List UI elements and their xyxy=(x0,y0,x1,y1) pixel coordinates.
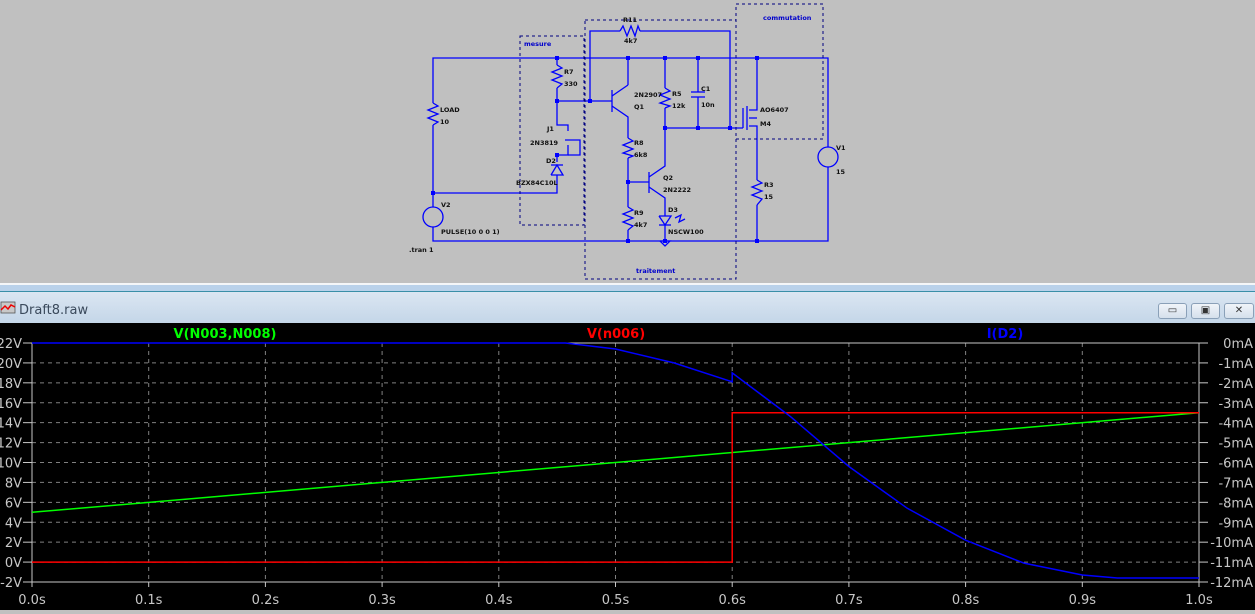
left-axis-tick-label: 18V xyxy=(0,377,22,392)
left-axis-tick-label: 2V xyxy=(5,536,22,551)
left-axis-tick-label: 16V xyxy=(0,397,22,412)
right-axis-tick-label: -9mA xyxy=(1218,516,1253,531)
wires xyxy=(422,24,839,247)
group-label-commutation: commutation xyxy=(763,14,812,22)
value-v1: 15 xyxy=(836,168,846,176)
value-m4: AO6407 xyxy=(760,106,789,114)
left-axis-tick-label: 12V xyxy=(0,437,22,452)
left-axis-tick-label: 6V xyxy=(5,496,22,511)
restore-button[interactable]: ▣ xyxy=(1191,303,1220,319)
value-c1: 10n xyxy=(701,101,715,109)
left-axis-tick-label: 8V xyxy=(5,476,22,491)
x-axis-tick-label: 0.2s xyxy=(252,593,280,608)
value-j1: 2N3819 xyxy=(530,139,559,147)
group-boxes xyxy=(519,3,824,280)
label-d2: D2 xyxy=(546,157,556,165)
trace-label-1: V(n006) xyxy=(587,327,645,342)
waveform-plot[interactable]: 22V 20V 18V 16V 14V 12V 10V 8V 6V 4V 2V 0V -2V 0mA -1m… xyxy=(0,323,1255,610)
value-d3: NSCW100 xyxy=(668,228,704,236)
x-axis-tick-label: 1.0s xyxy=(1185,593,1213,608)
label-v2: V2 xyxy=(441,201,451,209)
group-label-traitement: traitement xyxy=(636,267,675,275)
value-r7: 330 xyxy=(564,80,578,88)
x-axis-tick-label: 0.1s xyxy=(135,593,163,608)
label-r11: R11 xyxy=(623,16,638,24)
right-axis-tick-label: -3mA xyxy=(1218,397,1253,412)
right-axis-tick-label: -11mA xyxy=(1210,556,1253,571)
value-d2: BZX84C10L xyxy=(516,179,558,187)
plot-window-titlebar[interactable]: Draft8.raw ▭ ▣ ✕ xyxy=(0,292,1255,323)
right-axis-tick-label: -2mA xyxy=(1218,377,1253,392)
right-axis-tick-label: -12mA xyxy=(1210,576,1253,591)
label-c1: C1 xyxy=(701,85,711,93)
x-axis-tick-label: 0.4s xyxy=(485,593,513,608)
label-q2: Q2 xyxy=(663,174,673,182)
label-r3: R3 xyxy=(764,181,774,189)
value-r11: 4k7 xyxy=(624,37,637,45)
group-box-commutation[interactable] xyxy=(735,3,824,140)
waveform-canvas[interactable]: 22V 20V 18V 16V 14V 12V 10V 8V 6V 4V 2V 0V -2V 0mA -1m… xyxy=(0,323,1255,610)
right-axis-tick-label: -5mA xyxy=(1218,437,1253,452)
trace-label-2: I(D2) xyxy=(987,327,1024,342)
left-axis-tick-label: 4V xyxy=(5,516,22,531)
tran-directive[interactable]: .tran 1 xyxy=(409,246,434,254)
right-axis-tick-label: -1mA xyxy=(1218,357,1253,372)
x-axis-tick-label: 0.0s xyxy=(18,593,46,608)
label-r8: R8 xyxy=(634,139,644,147)
label-v1: V1 xyxy=(836,144,846,152)
label-load: LOAD xyxy=(440,106,460,114)
label-j1: J1 xyxy=(546,125,554,133)
label-r9: R9 xyxy=(634,209,644,217)
value-q2: 2N2222 xyxy=(663,186,691,194)
label-r5: R5 xyxy=(672,90,682,98)
value-r9: 4k7 xyxy=(634,221,647,229)
right-axis-tick-label: -10mA xyxy=(1210,536,1253,551)
x-axis-tick-label: 0.7s xyxy=(835,593,863,608)
value-r3: 15 xyxy=(764,193,774,201)
schematic-canvas[interactable]: mesure traitement commutation LOAD 10 V2… xyxy=(0,0,1255,283)
left-axis-tick-label: 20V xyxy=(0,357,22,372)
right-axis-tick-label: -4mA xyxy=(1218,417,1253,432)
left-axis-tick-label: -2V xyxy=(0,576,22,591)
label-d3: D3 xyxy=(668,206,678,214)
trace-label-0: V(N003,N008) xyxy=(174,327,277,342)
value-r5: 12k xyxy=(672,102,686,110)
x-axis-tick-label: 0.8s xyxy=(952,593,980,608)
right-axis-tick-label: -8mA xyxy=(1218,496,1253,511)
value-r8: 6k8 xyxy=(634,151,648,159)
left-axis-tick-label: 0V xyxy=(5,556,22,571)
x-axis-tick-label: 0.3s xyxy=(368,593,396,608)
left-axis-tick-label: 22V xyxy=(0,337,22,352)
x-axis-tick-label: 0.9s xyxy=(1069,593,1097,608)
value-v2: PULSE(10 0 0 1) xyxy=(441,228,500,236)
schematic-editor[interactable]: mesure traitement commutation LOAD 10 V2… xyxy=(0,0,1255,283)
right-axis-tick-label: -6mA xyxy=(1218,457,1253,472)
close-button[interactable]: ✕ xyxy=(1224,303,1254,319)
waveform-app-icon xyxy=(0,301,16,314)
group-label-mesure: mesure xyxy=(524,40,552,48)
x-axis-tick-label: 0.5s xyxy=(602,593,630,608)
label-q1: Q1 xyxy=(634,103,645,111)
group-box-traitement[interactable] xyxy=(584,19,737,280)
right-axis-tick-label: -7mA xyxy=(1218,476,1253,491)
value-load: 10 xyxy=(440,118,450,126)
minimize-button[interactable]: ▭ xyxy=(1158,303,1187,319)
label-m4: M4 xyxy=(760,120,771,128)
x-axis-tick-label: 0.6s xyxy=(718,593,746,608)
label-r7: R7 xyxy=(564,68,574,76)
plot-window-title: Draft8.raw xyxy=(19,303,89,318)
left-axis-tick-label: 14V xyxy=(0,417,22,432)
left-axis-tick-label: 10V xyxy=(0,457,22,472)
value-q1: 2N2907 xyxy=(634,91,662,99)
right-axis-tick-label: 0mA xyxy=(1223,337,1253,352)
